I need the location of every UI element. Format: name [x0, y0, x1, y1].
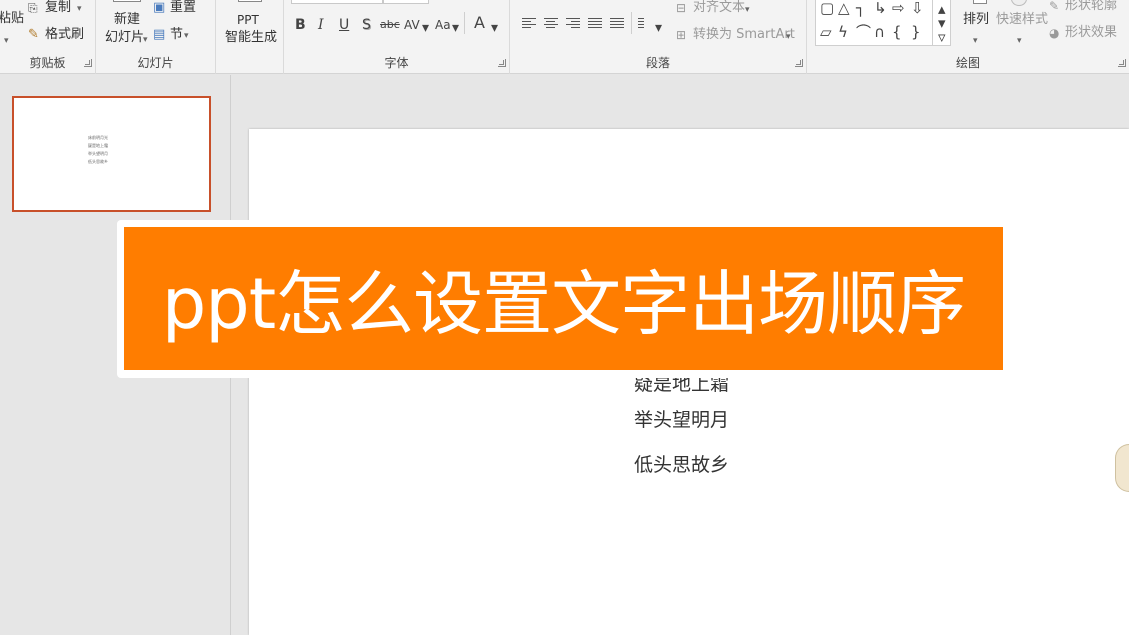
char-spacing-dropdown-icon[interactable]: ▾ — [422, 19, 429, 37]
shape-effects-icon[interactable]: ◕ — [1049, 25, 1059, 41]
columns-icon[interactable] — [638, 18, 652, 30]
clipboard-group-label: 剪贴板 — [29, 56, 66, 70]
section-button[interactable]: 节 — [170, 27, 183, 43]
new-slide-button-line2[interactable]: 幻灯片 — [105, 30, 144, 46]
shadow-button[interactable]: S — [362, 16, 371, 34]
align-text-icon[interactable]: ⊟ — [676, 0, 686, 16]
paragraph-group: ▾ ⊟ 对齐文本 ▾ ⊞ 转换为 SmartArt ▾ 段落 — [510, 0, 807, 74]
align-right-icon[interactable] — [566, 18, 580, 30]
format-painter-button[interactable]: 格式刷 — [45, 27, 84, 43]
thumb-line-1: 床前明月光 — [88, 135, 108, 140]
ppt-ai-button-line2[interactable]: 智能生成 — [225, 30, 277, 46]
font-name-box[interactable] — [291, 0, 383, 4]
smartart-dropdown-icon[interactable]: ▾ — [786, 29, 791, 45]
slide-text-line-3[interactable]: 举头望明月 — [634, 409, 729, 431]
clipboard-launcher-icon[interactable] — [84, 59, 92, 67]
italic-button[interactable]: I — [318, 16, 324, 34]
thumb-line-4: 低头思故乡 — [88, 159, 108, 164]
align-text-dropdown-icon[interactable]: ▾ — [745, 2, 750, 18]
distributed-icon[interactable] — [610, 18, 624, 30]
align-center-icon[interactable] — [544, 18, 558, 30]
ribbon: 粘贴 ▾ ⎘ 复制 ▾ ✎ 格式刷 剪贴板 新建 幻灯片 ▾ ▣ 重置 ▤ 节 … — [0, 0, 1129, 74]
reset-icon[interactable]: ▣ — [153, 0, 165, 16]
paste-dropdown-icon[interactable]: ▾ — [4, 33, 9, 49]
font-size-box[interactable] — [383, 0, 429, 4]
align-text-button[interactable]: 对齐文本 — [693, 0, 745, 16]
section-icon[interactable]: ▤ — [153, 27, 165, 43]
strikethrough-button[interactable]: abc — [380, 16, 400, 34]
slides-group-label: 幻灯片 — [137, 56, 174, 70]
freeform-shape-icon[interactable]: ▱ — [820, 24, 832, 40]
smartart-button[interactable]: 转换为 SmartArt — [693, 27, 795, 43]
shape-outline-button[interactable]: 形状轮廓 — [1065, 0, 1117, 14]
title-banner: ppt怎么设置文字出场顺序 — [124, 227, 1003, 370]
smartart-icon[interactable]: ⊞ — [676, 27, 686, 43]
elbow-connector-icon[interactable]: ┐ — [856, 0, 865, 16]
shapes-more-icon[interactable]: ▿ — [938, 29, 946, 45]
shapes-scroll[interactable]: ▴ ▾ ▿ — [932, 0, 950, 45]
curve-shape-icon[interactable]: ⌒ — [856, 24, 871, 40]
arrange-button[interactable]: 排列 — [963, 12, 989, 28]
columns-dropdown-icon[interactable]: ▾ — [655, 19, 662, 37]
arc-shape-icon[interactable]: ∩ — [874, 24, 885, 40]
shape-outline-icon[interactable]: ✎ — [1049, 0, 1059, 14]
justify-icon[interactable] — [588, 18, 602, 30]
lightning-shape-icon[interactable]: ϟ — [838, 24, 848, 40]
new-slide-dropdown-icon[interactable]: ▾ — [143, 32, 148, 48]
drawing-group: ▢ △ ┐ ↳ ⇨ ⇩ ▱ ϟ ⌒ ∩ { } ▴ ▾ ▿ 排列 ▾ 快速样式 … — [807, 0, 1129, 74]
font-color-dropdown-icon[interactable]: ▾ — [491, 19, 498, 37]
change-case-dropdown-icon[interactable]: ▾ — [452, 19, 459, 37]
quick-styles-button[interactable]: 快速样式 — [996, 12, 1048, 28]
ppt-ai-button[interactable]: PPT — [237, 12, 259, 28]
font-group-label: 字体 — [384, 56, 409, 70]
change-case-button[interactable]: Aa — [435, 16, 451, 34]
clipboard-group: 粘贴 ▾ ⎘ 复制 ▾ ✎ 格式刷 剪贴板 — [0, 0, 96, 74]
elbow-arrow-icon[interactable]: ↳ — [874, 0, 887, 16]
copy-dropdown-icon[interactable]: ▾ — [77, 1, 82, 17]
rectangle-shape-icon[interactable]: ▢ — [820, 0, 834, 16]
slide-text-line-4[interactable]: 低头思故乡 — [634, 454, 729, 476]
font-launcher-icon[interactable] — [498, 59, 506, 67]
paste-button[interactable]: 粘贴 — [0, 11, 24, 27]
decorative-sticker — [1115, 444, 1129, 492]
left-brace-shape-icon[interactable]: { — [892, 24, 902, 40]
down-arrow-shape-icon[interactable]: ⇩ — [911, 0, 924, 16]
reset-button[interactable]: 重置 — [170, 0, 196, 16]
drawing-group-label: 绘图 — [955, 56, 980, 70]
drawing-launcher-icon[interactable] — [1118, 59, 1126, 67]
quick-styles-dropdown-icon[interactable]: ▾ — [1017, 33, 1022, 49]
align-left-icon[interactable] — [522, 18, 536, 30]
font-color-button[interactable]: A — [474, 14, 485, 32]
new-slide-icon[interactable] — [113, 0, 141, 2]
new-slide-button[interactable]: 新建 — [114, 12, 140, 28]
right-brace-shape-icon[interactable]: } — [911, 24, 921, 40]
banner-title: ppt怎么设置文字出场顺序 — [161, 263, 966, 345]
arrange-dropdown-icon[interactable]: ▾ — [973, 33, 978, 49]
paragraph-separator — [631, 12, 632, 34]
slide-canvas[interactable]: 疑是地上霜 举头望明月 低头思故乡 — [249, 129, 1129, 635]
slide-thumbnail-1[interactable]: 床前明月光 疑是地上霜 举头望明月 低头思故乡 — [12, 96, 211, 212]
copy-icon[interactable]: ⎘ — [28, 0, 38, 16]
paragraph-group-label: 段落 — [645, 56, 670, 70]
underline-button[interactable]: U — [339, 16, 349, 34]
arrange-icon[interactable] — [973, 0, 987, 4]
thumb-line-2: 疑是地上霜 — [88, 143, 108, 148]
ppt-ai-group: PPT 智能生成 — [216, 0, 284, 74]
copy-button[interactable]: 复制 — [45, 0, 71, 16]
triangle-shape-icon[interactable]: △ — [838, 0, 850, 16]
char-spacing-button[interactable]: AV — [404, 16, 420, 34]
ppt-ai-icon[interactable] — [238, 0, 262, 2]
slides-group: 新建 幻灯片 ▾ ▣ 重置 ▤ 节 ▾ 幻灯片 — [96, 0, 216, 74]
thumb-line-3: 举头望明月 — [88, 151, 108, 156]
shape-effects-button[interactable]: 形状效果 — [1065, 25, 1117, 41]
shapes-gallery[interactable]: ▢ △ ┐ ↳ ⇨ ⇩ ▱ ϟ ⌒ ∩ { } ▴ ▾ ▿ — [815, 0, 951, 46]
paragraph-launcher-icon[interactable] — [795, 59, 803, 67]
right-arrow-shape-icon[interactable]: ⇨ — [892, 0, 905, 16]
bold-button[interactable]: B — [295, 16, 306, 34]
font-group: B I U S abc AV ▾ Aa ▾ A ▾ 字体 — [284, 0, 510, 74]
font-separator — [464, 12, 465, 34]
format-painter-icon[interactable]: ✎ — [28, 27, 39, 43]
quick-styles-icon[interactable] — [1011, 0, 1027, 6]
section-dropdown-icon[interactable]: ▾ — [184, 28, 189, 44]
